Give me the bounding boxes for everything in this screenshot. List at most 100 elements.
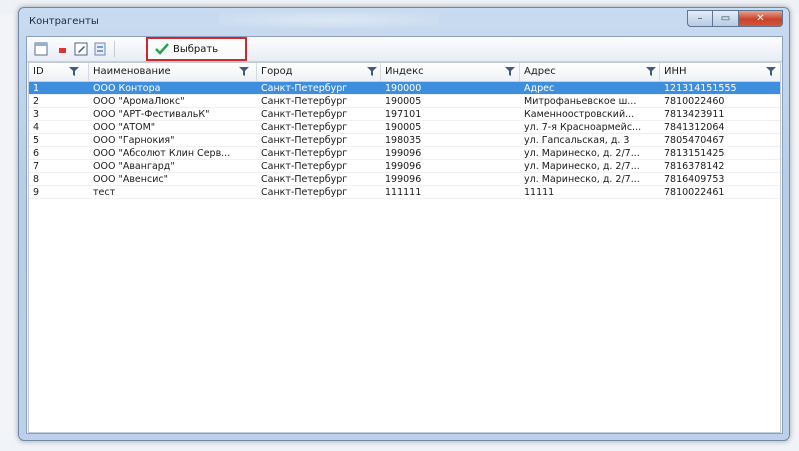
cell-inn: 7813151425: [664, 148, 725, 159]
cell-index: 199096: [385, 174, 422, 185]
cell-id: 8: [33, 174, 40, 185]
delete-record-button[interactable]: [55, 41, 71, 57]
filter-icon[interactable]: [239, 67, 249, 76]
cell-address: 11111: [524, 187, 555, 198]
cell-city: Санкт-Петербург: [261, 109, 348, 120]
cell-index: 190005: [385, 96, 422, 107]
cell-address: ул. Маринеско, д. 2/7...: [524, 148, 640, 159]
column-header-label: Адрес: [524, 66, 556, 77]
toolbar-separator: [114, 41, 115, 57]
filter-icon[interactable]: [367, 67, 377, 76]
cell-id: 5: [33, 135, 40, 146]
column-header-label: ID: [33, 66, 44, 77]
maximize-icon: ▭: [720, 13, 731, 24]
cell-index: 198035: [385, 135, 422, 146]
cell-index: 197101: [385, 109, 422, 120]
column-header-id[interactable]: ID: [29, 63, 89, 81]
cell-name: ООО "Авенсис": [93, 174, 168, 185]
cell-inn: 7810022461: [664, 187, 725, 198]
column-header-inn[interactable]: ИНН: [660, 63, 780, 81]
cell-inn: 7841312064: [664, 122, 725, 133]
cell-name: ООО "Гарнокия": [93, 135, 175, 146]
background-app-left: [0, 14, 18, 451]
column-header-label: Индекс: [385, 66, 424, 77]
cell-index: 199096: [385, 161, 422, 172]
filter-icon[interactable]: [69, 67, 79, 76]
window-title: Контрагенты: [29, 16, 99, 27]
maximize-button[interactable]: ▭: [713, 10, 739, 27]
dialog-client-area: Выбрать ID Наименование Город Индекс Адр…: [26, 36, 783, 434]
cell-city: Санкт-Петербург: [261, 161, 348, 172]
select-button[interactable]: Выбрать: [146, 37, 247, 61]
cell-inn: 121314151555: [664, 83, 737, 94]
cell-city: Санкт-Петербург: [261, 83, 348, 94]
title-glow: [219, 12, 439, 28]
cell-city: Санкт-Петербург: [261, 187, 348, 198]
column-header-label: ИНН: [664, 66, 687, 77]
refresh-button[interactable]: [92, 41, 108, 57]
table-row[interactable]: 8 ООО "Авенсис" Санкт-Петербург 199096 ул. М…: [29, 173, 780, 186]
close-icon: ✕: [756, 13, 765, 24]
filter-icon[interactable]: [646, 67, 656, 76]
column-header-label: Город: [261, 66, 293, 77]
cell-name: ООО "АромаЛюкс": [93, 96, 185, 107]
cell-name: ООО Контора: [93, 83, 161, 94]
new-record-button[interactable]: [33, 41, 49, 57]
background-app-bottom: [0, 440, 799, 451]
cell-inn: 7816409753: [664, 174, 725, 185]
table-row[interactable]: 4 ООО "АТОМ" Санкт-Петербург 190005 ул. 7-я …: [29, 121, 780, 134]
cell-name: ООО "Абсолют Клин Серв...: [93, 148, 231, 159]
cell-address: Адрес: [524, 83, 555, 94]
column-header-name[interactable]: Наименование: [89, 63, 257, 81]
cell-city: Санкт-Петербург: [261, 96, 348, 107]
cell-inn: 7805470467: [664, 135, 725, 146]
cell-id: 6: [33, 148, 40, 159]
new-document-icon: [34, 42, 48, 56]
cell-city: Санкт-Петербург: [261, 174, 348, 185]
cell-city: Санкт-Петербург: [261, 135, 348, 146]
table-row[interactable]: 1 ООО Контора Санкт-Петербург 190000 Адрес 12…: [29, 82, 780, 95]
toolbar: Выбрать: [27, 37, 782, 62]
delete-icon: [59, 48, 66, 53]
counterparties-grid[interactable]: ID Наименование Город Индекс Адрес ИНН 1…: [28, 62, 781, 433]
minimize-button[interactable]: –: [687, 10, 713, 27]
cell-index: 190005: [385, 122, 422, 133]
column-header-address[interactable]: Адрес: [520, 63, 660, 81]
counterparties-dialog: Контрагенты – ▭ ✕ Выбрать ID Наименовани…: [18, 7, 790, 441]
cell-id: 3: [33, 109, 40, 120]
filter-icon[interactable]: [766, 67, 776, 76]
table-row[interactable]: 5 ООО "Гарнокия" Санкт-Петербург 198035 ул. …: [29, 134, 780, 147]
cell-name: ООО "АТОМ": [93, 122, 156, 133]
refresh-icon: [94, 42, 106, 56]
cell-name: ООО "АРТ-ФестивальК": [93, 109, 210, 120]
cell-inn: 7813423911: [664, 109, 725, 120]
column-header-label: Наименование: [93, 66, 171, 77]
edit-icon: [74, 42, 88, 56]
grid-header: ID Наименование Город Индекс Адрес ИНН: [29, 63, 780, 82]
cell-address: Митрофаньевское ш...: [524, 96, 637, 107]
cell-id: 1: [33, 83, 40, 94]
cell-index: 111111: [385, 187, 422, 198]
close-button[interactable]: ✕: [739, 10, 783, 27]
cell-id: 4: [33, 122, 40, 133]
table-row[interactable]: 2 ООО "АромаЛюкс" Санкт-Петербург 190005 Мит…: [29, 95, 780, 108]
select-button-label: Выбрать: [173, 43, 219, 55]
title-bar[interactable]: Контрагенты – ▭ ✕: [19, 8, 789, 36]
table-row[interactable]: 7 ООО "Авангард" Санкт-Петербург 199096 ул. …: [29, 160, 780, 173]
minimize-icon: –: [697, 13, 703, 24]
column-header-index[interactable]: Индекс: [381, 63, 520, 81]
cell-city: Санкт-Петербург: [261, 148, 348, 159]
cell-inn: 7816378142: [664, 161, 725, 172]
cell-address: ул. 7-я Красноармейс...: [524, 122, 642, 133]
edit-record-button[interactable]: [73, 41, 89, 57]
cell-name: тест: [93, 187, 116, 198]
cell-address: Каменноостровский...: [524, 109, 635, 120]
filter-icon[interactable]: [505, 67, 515, 76]
cell-id: 2: [33, 96, 40, 107]
table-row[interactable]: 3 ООО "АРТ-ФестивальК" Санкт-Петербург 1971…: [29, 108, 780, 121]
cell-address: ул. Гапсальская, д. 3: [524, 135, 630, 146]
cell-address: ул. Маринеско, д. 2/7...: [524, 174, 640, 185]
table-row[interactable]: 6 ООО "Абсолют Клин Серв... Санкт-Петербур…: [29, 147, 780, 160]
column-header-city[interactable]: Город: [257, 63, 381, 81]
table-row[interactable]: 9 тест Санкт-Петербург 111111 11111 781002246…: [29, 186, 780, 199]
